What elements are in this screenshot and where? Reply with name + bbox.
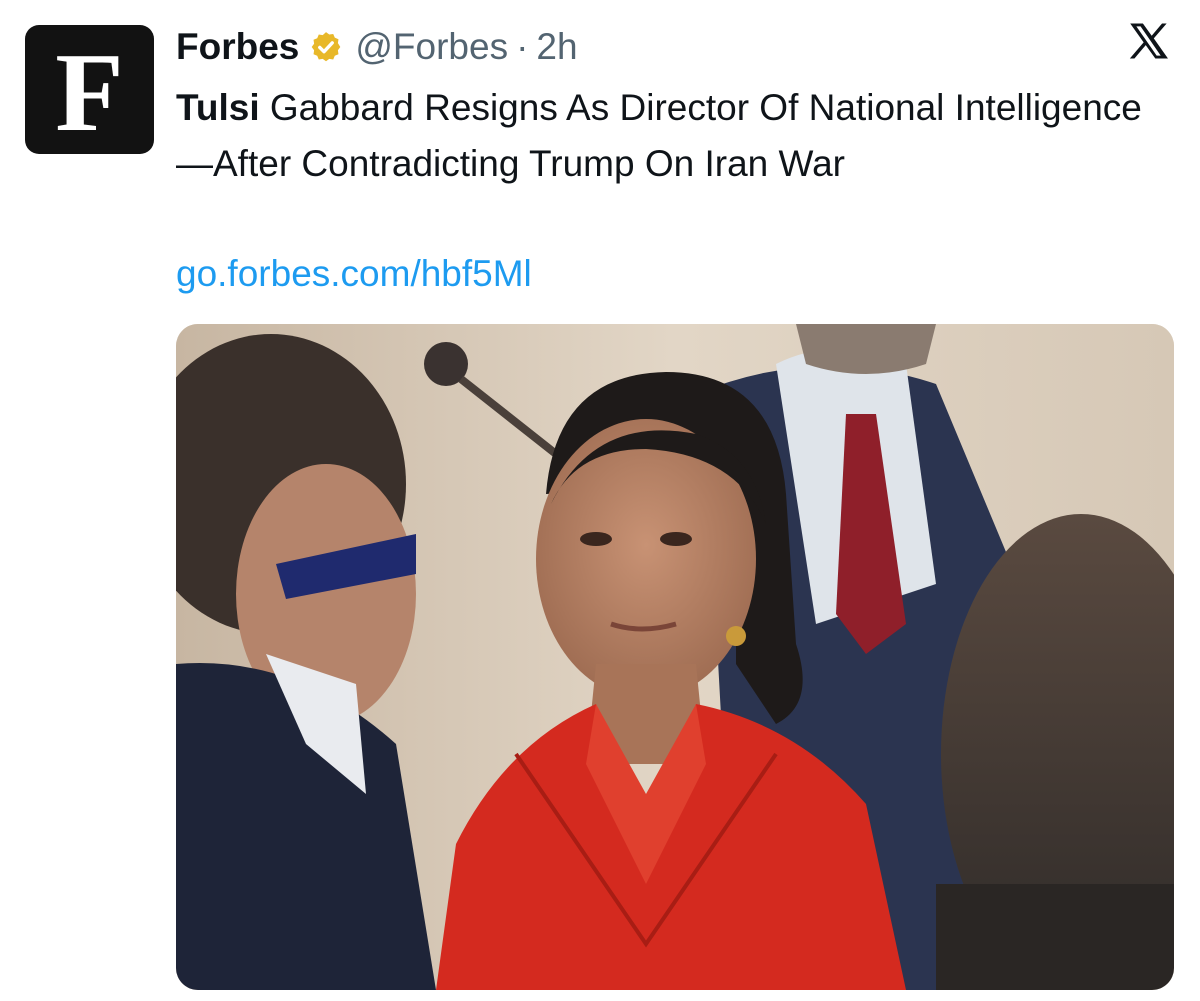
headline-bold: Tulsi — [176, 87, 260, 128]
tweet-header: Forbes @Forbes · 2h — [176, 24, 578, 70]
timestamp[interactable]: 2h — [536, 26, 577, 68]
article-link[interactable]: go.forbes.com/hbf5Ml — [176, 246, 532, 302]
separator-dot: · — [516, 26, 529, 67]
tweet-text: Tulsi Gabbard Resigns As Director Of Nat… — [176, 80, 1166, 192]
author-name[interactable]: Forbes — [176, 26, 299, 68]
gold-verified-badge-icon[interactable] — [309, 30, 343, 64]
tweet-photo[interactable] — [176, 324, 1174, 990]
author-handle[interactable]: @Forbes — [355, 26, 508, 68]
x-logo-icon[interactable] — [1126, 20, 1172, 66]
avatar-letter: F — [55, 30, 124, 155]
headline-rest: Gabbard Resigns As Director Of National … — [176, 87, 1142, 184]
author-avatar[interactable]: F — [25, 25, 154, 154]
